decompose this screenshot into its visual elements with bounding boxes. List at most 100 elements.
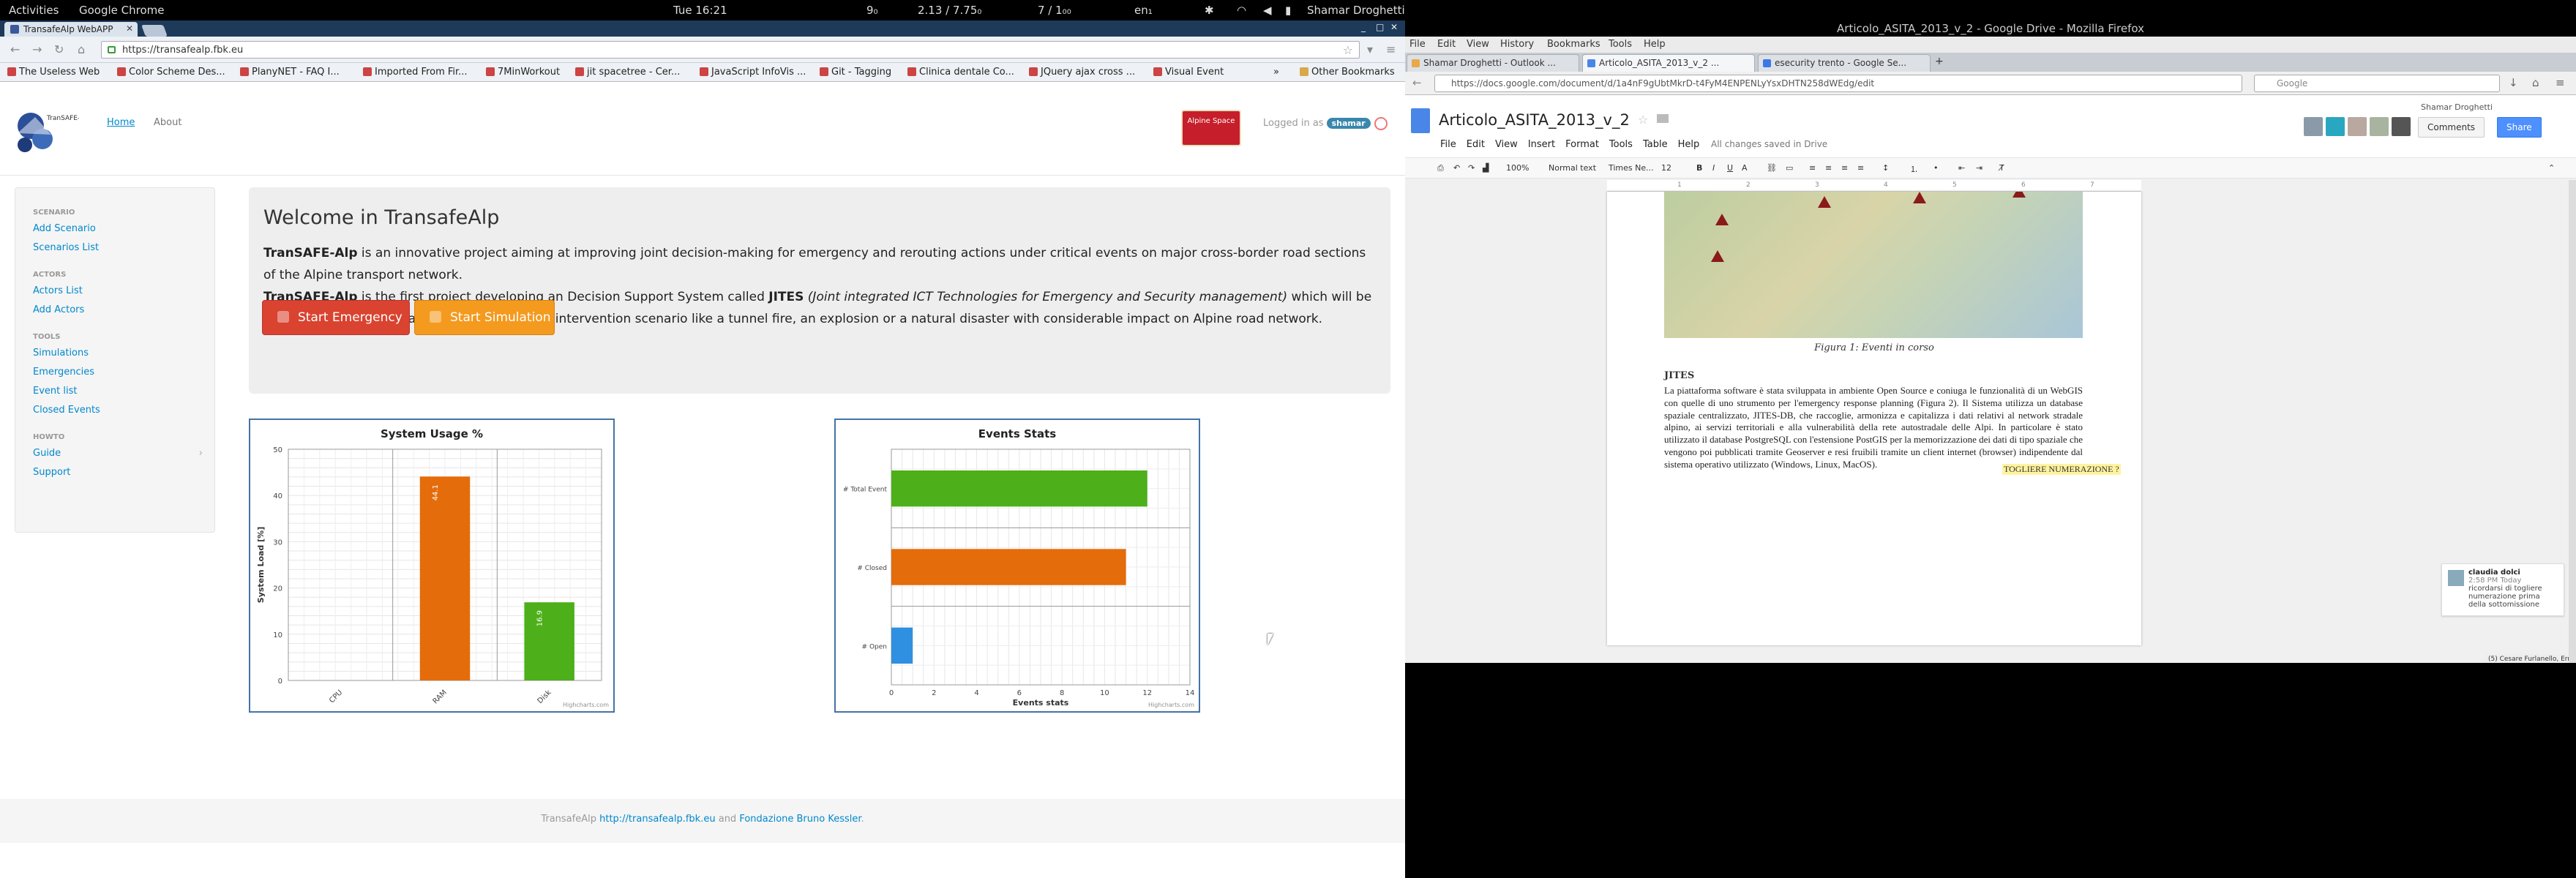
align-center-icon[interactable]: ≡: [1825, 163, 1832, 173]
collaborator-avatar[interactable]: [2348, 117, 2367, 136]
justify-icon[interactable]: ≡: [1857, 163, 1864, 173]
home-icon[interactable]: ⌂: [2532, 76, 2539, 89]
paint-format-icon[interactable]: ▟: [1483, 163, 1489, 173]
menu-help[interactable]: Help: [1644, 39, 1666, 50]
gdoc-menu-view[interactable]: View: [1495, 139, 1518, 150]
sidebar-item-event-list[interactable]: Event list: [33, 382, 214, 401]
footer-link-transafealp[interactable]: http://transafealp.fbk.eu: [599, 814, 715, 825]
bookmark-item[interactable]: jit spacetree - Cer...: [575, 67, 680, 78]
bookmark-item[interactable]: JavaScript InfoVis ...: [700, 67, 806, 78]
menu-file[interactable]: File: [1409, 39, 1426, 50]
collaborator-avatar[interactable]: [2370, 117, 2389, 136]
close-tab-icon[interactable]: ✕: [126, 23, 133, 34]
sidebar-item-support[interactable]: Support: [33, 463, 214, 482]
document-page[interactable]: Figura 1: Eventi in corso JITES La piatt…: [1607, 192, 2141, 645]
sidebar-item-closed-events[interactable]: Closed Events: [33, 401, 214, 420]
comments-button[interactable]: Comments: [2418, 117, 2485, 138]
nav-home[interactable]: Home: [107, 117, 135, 128]
bulleted-list-icon[interactable]: •: [1933, 163, 1939, 173]
gdoc-menu-edit[interactable]: Edit: [1467, 139, 1485, 150]
menu-bookmarks[interactable]: Bookmarks: [1547, 39, 1600, 50]
increase-indent-icon[interactable]: ⇥: [1976, 163, 1982, 173]
nav-about[interactable]: About: [154, 117, 181, 128]
transafealp-logo[interactable]: TranSAFE-Alp: [13, 104, 79, 160]
wifi-icon[interactable]: ◠: [1237, 4, 1246, 17]
italic-icon[interactable]: I: [1712, 163, 1715, 173]
align-right-icon[interactable]: ≡: [1841, 163, 1848, 173]
menu-view[interactable]: View: [1467, 39, 1489, 50]
bookmark-item[interactable]: Imported From Fir...: [363, 67, 468, 78]
sidebar-item-emergencies[interactable]: Emergencies: [33, 363, 214, 382]
collapse-icon[interactable]: ⌃: [2548, 163, 2555, 173]
comment-icon[interactable]: ▭: [1786, 163, 1793, 173]
collaborator-avatar[interactable]: [2326, 117, 2345, 136]
bluetooth-icon[interactable]: ✱: [1205, 4, 1214, 17]
keyboard-layout[interactable]: en₁: [1134, 4, 1153, 17]
align-left-icon[interactable]: ≡: [1809, 163, 1816, 173]
document-title[interactable]: Articolo_ASITA_2013_v_2: [1439, 111, 1630, 129]
sidebar-item-guide[interactable]: Guide ›: [33, 444, 214, 463]
reload-icon[interactable]: ↻: [54, 42, 64, 56]
close-window-icon[interactable]: ✕: [1390, 22, 1398, 32]
other-bookmarks[interactable]: Other Bookmarks: [1300, 67, 1395, 78]
logout-icon[interactable]: [1374, 117, 1388, 130]
firefox-tab-outlook[interactable]: Shamar Droghetti - Outlook ...: [1407, 54, 1579, 72]
bookmark-item[interactable]: The Useless Web: [7, 67, 100, 78]
style-select[interactable]: Normal text: [1549, 163, 1596, 173]
activities-button[interactable]: Activities: [9, 4, 59, 17]
gdoc-menu-table[interactable]: Table: [1643, 139, 1668, 150]
menu-edit[interactable]: Edit: [1437, 39, 1456, 50]
dropdown-icon[interactable]: ▾: [1367, 42, 1373, 56]
start-emergency-button[interactable]: Start Emergency: [262, 300, 410, 335]
new-tab-icon[interactable]: +: [1935, 56, 1944, 67]
docs-logo-icon[interactable]: [1411, 108, 1430, 133]
bookmark-item[interactable]: PlanyNET - FAQ I...: [240, 67, 340, 78]
bookmarks-overflow-icon[interactable]: »: [1273, 67, 1279, 78]
sidebar-item-add-actors[interactable]: Add Actors: [33, 301, 214, 320]
gdoc-menu-help[interactable]: Help: [1678, 139, 1700, 150]
system-menu-user[interactable]: Shamar Droghetti: [1307, 4, 1405, 17]
user-badge[interactable]: shamar: [1326, 118, 1371, 129]
firefox-tab-gdoc[interactable]: Articolo_ASITA_2013_v_2 ...: [1582, 54, 1755, 72]
font-select[interactable]: Times Ne...: [1609, 163, 1654, 173]
gdoc-user[interactable]: Shamar Droghetti: [2421, 102, 2493, 112]
firefox-address-bar[interactable]: https://docs.google.com/document/d/1a4nF…: [1434, 75, 2242, 92]
bold-icon[interactable]: B: [1696, 163, 1702, 173]
zoom-select[interactable]: 100%: [1506, 163, 1529, 173]
bookmark-item[interactable]: 7MinWorkout: [486, 67, 560, 78]
share-button[interactable]: Share: [2497, 117, 2542, 138]
maximize-icon[interactable]: □: [1376, 22, 1384, 32]
active-app-label[interactable]: Google Chrome: [79, 4, 165, 17]
bookmark-item[interactable]: JQuery ajax cross ...: [1029, 67, 1135, 78]
gdoc-menu-format[interactable]: Format: [1565, 139, 1599, 150]
volume-icon[interactable]: ◀: [1263, 4, 1272, 17]
chat-icon[interactable]: [2392, 117, 2411, 136]
menu-icon[interactable]: ≡: [1386, 42, 1396, 56]
start-simulation-button[interactable]: Start Simulation: [414, 300, 555, 335]
menu-history[interactable]: History: [1500, 39, 1534, 50]
underline-icon[interactable]: U: [1727, 163, 1733, 173]
scrollbar[interactable]: [2569, 180, 2576, 663]
sidebar-item-add-scenario[interactable]: Add Scenario: [33, 220, 214, 239]
comment-card[interactable]: claudia dolci 2:58 PM Today ricordarsi d…: [2441, 563, 2564, 616]
folder-icon[interactable]: [1657, 114, 1669, 123]
gdoc-menu-file[interactable]: File: [1440, 139, 1456, 150]
bookmark-item[interactable]: Git - Tagging: [820, 67, 891, 78]
line-spacing-icon[interactable]: ↕: [1882, 163, 1889, 173]
collaborator-avatar[interactable]: [2304, 117, 2323, 136]
font-size-select[interactable]: 12: [1661, 163, 1671, 173]
new-tab-button[interactable]: [141, 25, 168, 37]
clock[interactable]: Tue 16:21: [673, 4, 727, 17]
undo-icon[interactable]: ↶: [1453, 163, 1460, 173]
clear-format-icon[interactable]: T̸: [1999, 163, 2004, 173]
battery-icon[interactable]: ▮: [1285, 4, 1291, 17]
menu-tools[interactable]: Tools: [1609, 39, 1632, 50]
download-icon[interactable]: ↓: [2509, 76, 2518, 89]
chat-bar[interactable]: (5) Cesare Furlanello, Ernesto: [2485, 654, 2576, 663]
back-icon[interactable]: ←: [1412, 76, 1422, 89]
address-bar[interactable]: https://transafealp.fbk.eu ☆: [101, 41, 1360, 59]
sidebar-item-actors-list[interactable]: Actors List: [33, 282, 214, 301]
forward-icon[interactable]: →: [32, 42, 42, 56]
bookmark-item[interactable]: Color Scheme Des...: [117, 67, 225, 78]
text-color-icon[interactable]: A: [1742, 163, 1748, 173]
